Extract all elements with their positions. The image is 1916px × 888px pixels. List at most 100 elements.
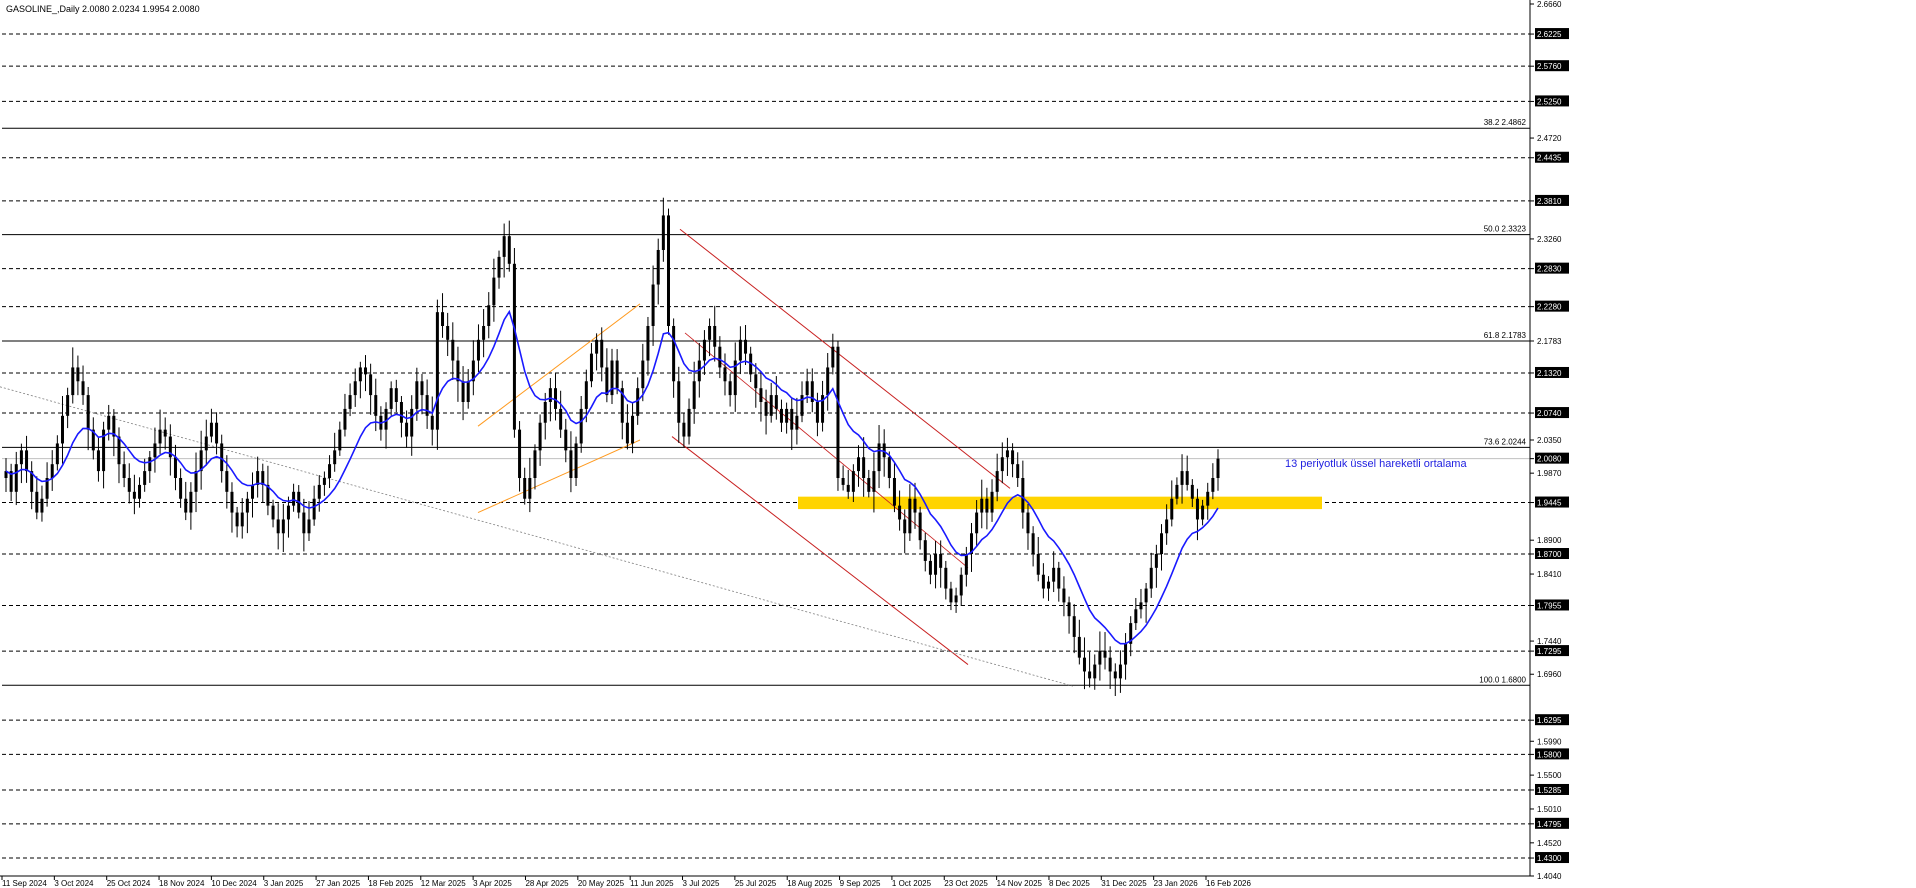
candle-body — [995, 471, 999, 492]
candle-body — [877, 443, 881, 472]
candle-body — [1216, 458, 1220, 479]
candle-body — [153, 443, 157, 458]
candle-body — [867, 478, 871, 492]
candle-body — [923, 540, 927, 561]
date-label: 8 Dec 2025 — [1049, 879, 1090, 888]
price-tick-label: 2.6660 — [1537, 0, 1562, 9]
candle-body — [795, 415, 799, 430]
candle-body — [209, 422, 213, 437]
candle-body — [389, 388, 393, 409]
candle-body — [1160, 533, 1164, 555]
candle-body — [107, 415, 111, 430]
candle-body — [959, 574, 963, 596]
fib-label: 50.0 2.3323 — [1484, 225, 1527, 234]
fib-label: 100.0 1.6800 — [1479, 675, 1526, 684]
candle-body — [646, 325, 650, 361]
date-label: 23 Jan 2026 — [1154, 879, 1199, 888]
price-level-label: 1.8700 — [1537, 550, 1562, 559]
candle-body — [918, 512, 922, 541]
candle-body — [569, 450, 573, 479]
candle-body — [1103, 650, 1107, 658]
price-tick-label: 1.8410 — [1537, 570, 1562, 579]
date-label: 20 May 2025 — [578, 879, 625, 888]
candle-body — [1011, 450, 1015, 465]
candle-body — [179, 478, 183, 499]
candle-body — [435, 312, 439, 430]
candle-body — [507, 236, 511, 264]
candle-body — [1016, 464, 1020, 479]
date-label: 10 Dec 2024 — [211, 879, 257, 888]
candle-body — [76, 367, 80, 382]
candle-body — [40, 498, 44, 513]
candle-body — [410, 408, 414, 437]
price-level-label: 2.2830 — [1537, 265, 1562, 274]
candle-body — [451, 339, 455, 361]
candle-body — [127, 478, 131, 492]
candle-body — [420, 381, 424, 396]
candle-body — [230, 491, 234, 513]
candle-body — [677, 381, 681, 423]
candle-body — [1047, 581, 1051, 589]
price-level-label: 1.4300 — [1537, 854, 1562, 863]
candle-body — [579, 408, 583, 444]
candle-body — [615, 360, 619, 389]
candle-body — [990, 491, 994, 513]
candle-body — [713, 325, 717, 347]
candle-body — [55, 443, 59, 465]
candle-body — [605, 367, 609, 396]
chart-header: GASOLINE_,Daily 2.0080 2.0234 1.9954 2.0… — [6, 4, 200, 14]
candle-body — [1139, 602, 1143, 610]
date-label: 18 Aug 2025 — [787, 879, 832, 888]
candle-body — [502, 236, 506, 257]
date-label: 31 Dec 2025 — [1101, 879, 1147, 888]
candle-body — [666, 215, 670, 326]
price-chart[interactable]: 38.2 2.4862 50.0 2.3323 61.8 2.1783 73.6 2.… — [0, 0, 1916, 888]
candle-body — [1026, 512, 1030, 534]
candle-body — [1082, 657, 1086, 672]
candle-body — [944, 567, 948, 589]
candle-body — [1206, 491, 1210, 506]
candle-body — [292, 491, 296, 506]
candle-body — [492, 277, 496, 306]
candle-body — [1067, 602, 1071, 617]
candle-body — [846, 484, 850, 492]
candle-body — [245, 498, 249, 513]
candle-body — [173, 457, 177, 479]
date-label: 25 Jul 2025 — [735, 879, 777, 888]
candle-body — [512, 263, 516, 430]
candle-body — [656, 249, 660, 285]
candle-body — [595, 339, 599, 354]
price-tick-label: 2.1783 — [1537, 337, 1562, 346]
candle-body — [600, 339, 604, 368]
candle-body — [96, 450, 100, 472]
candle-body — [138, 484, 142, 499]
price-level-label: 2.6225 — [1537, 30, 1562, 39]
price-level-label: 1.7955 — [1537, 601, 1562, 610]
candle-body — [1005, 450, 1009, 458]
candle-body — [1190, 484, 1194, 499]
candle-body — [117, 436, 121, 465]
candle-body — [1118, 664, 1122, 679]
price-tick-label: 1.9870 — [1537, 469, 1562, 478]
candle-body — [328, 464, 332, 479]
candle-body — [543, 401, 547, 423]
candle-body — [1134, 609, 1138, 624]
price-tick-label: 1.5990 — [1537, 737, 1562, 746]
candle-body — [476, 339, 480, 361]
candle-body — [482, 325, 486, 340]
price-tick-label: 2.4720 — [1537, 134, 1562, 143]
candle-body — [964, 554, 968, 575]
fib-label: 73.6 2.0244 — [1484, 437, 1527, 446]
candle-body — [702, 339, 706, 361]
candle-body — [857, 457, 861, 472]
price-level-label: 2.5760 — [1537, 62, 1562, 71]
candle-body — [764, 401, 768, 416]
candle-body — [928, 560, 932, 575]
date-label: 14 Nov 2025 — [997, 879, 1043, 888]
candle-body — [718, 346, 722, 368]
date-label: 28 Apr 2025 — [525, 879, 569, 888]
candle-body — [892, 478, 896, 506]
candle-body — [1175, 484, 1179, 499]
candle-body — [497, 256, 501, 278]
candle-body — [60, 415, 64, 444]
